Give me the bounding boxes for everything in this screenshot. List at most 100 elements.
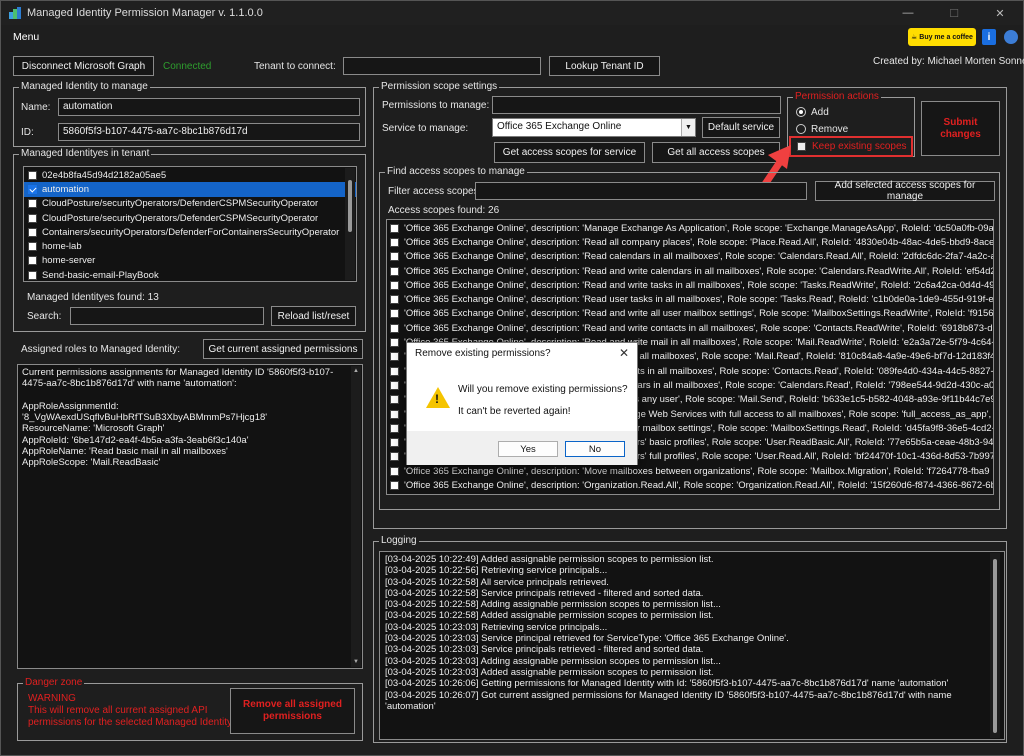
filter-scopes-label: Filter access scopes: (388, 186, 482, 197)
scope-item-checkbox[interactable] (390, 480, 399, 490)
scope-item-checkbox[interactable] (390, 323, 399, 333)
scope-item-checkbox[interactable] (390, 438, 399, 448)
list-item-checkbox[interactable] (28, 256, 37, 266)
scope-list-item[interactable]: 'Office 365 Exchange Online', descriptio… (387, 235, 993, 249)
name-field[interactable]: automation (58, 98, 360, 116)
list-item[interactable]: CloudPosture/securityOperators/DefenderC… (24, 211, 356, 225)
globe-icon[interactable] (1004, 30, 1018, 44)
scope-item-checkbox[interactable] (390, 409, 399, 419)
id-field[interactable]: 5860f5f3-b107-4475-aa7c-8bc1b876d17d (58, 123, 360, 141)
service-select[interactable]: Office 365 Exchange Online ▼ (492, 118, 696, 137)
scope-item-checkbox[interactable] (390, 452, 399, 462)
log-line: [03-04-2025 10:22:58] Service principals… (385, 587, 704, 599)
scope-item-checkbox[interactable] (390, 423, 399, 433)
submit-changes-button[interactable]: Submit changes (921, 101, 1000, 156)
scopes-found-label: Access scopes found: 26 (388, 205, 500, 216)
scope-item-checkbox[interactable] (390, 295, 399, 305)
assigned-text-line: ResourceName: 'Microsoft Graph' (22, 423, 165, 435)
add-selected-scopes-button[interactable]: Add selected access scopes for manage (815, 180, 995, 202)
scope-list-item[interactable]: 'Office 365 Exchange Online', descriptio… (387, 250, 993, 264)
scope-list-item[interactable]: 'Office 365 Exchange Online', descriptio… (387, 307, 993, 321)
identities-list[interactable]: 02e4b8fa45d94d2182a05ae5 automation CloudP… (23, 166, 357, 282)
connection-status: Connected (163, 61, 212, 72)
list-item-checkbox[interactable] (28, 199, 37, 209)
maximize-button[interactable]: ☐ (931, 1, 977, 25)
find-scopes-title: Find access scopes to manage (385, 166, 527, 177)
permission-scope-title: Permission scope settings (379, 81, 500, 92)
scope-item-checkbox[interactable] (390, 266, 399, 276)
scope-list-item[interactable]: 'Office 365 Exchange Online', descriptio… (387, 464, 993, 478)
dialog-no-button[interactable]: No (565, 441, 625, 457)
dialog-question: Will you remove existing permissions? (458, 384, 628, 395)
scope-item-checkbox[interactable] (390, 223, 399, 233)
add-radio[interactable] (796, 107, 806, 117)
scope-list-item[interactable]: 'Office 365 Exchange Online', descriptio… (387, 278, 993, 292)
scope-item-label: 'Office 365 Exchange Online', descriptio… (404, 265, 994, 277)
chevron-down-icon[interactable]: ▼ (681, 119, 695, 136)
assigned-roles-textbox[interactable]: Current permissions assignments for Mana… (17, 364, 363, 669)
title-bar: Managed Identity Permission Manager v. 1… (1, 1, 1023, 25)
filter-scopes-input[interactable] (475, 182, 807, 200)
scope-item-checkbox[interactable] (390, 338, 399, 348)
scope-item-checkbox[interactable] (390, 366, 399, 376)
get-current-permissions-button[interactable]: Get current assigned permissions (203, 339, 363, 359)
logging-scrollbar[interactable] (990, 553, 1000, 738)
danger-warning-title: WARNING (28, 693, 76, 704)
dialog-title: Remove existing permissions? (415, 348, 551, 359)
scope-list-item[interactable]: 'Office 365 Exchange Online', descriptio… (387, 321, 993, 335)
get-scopes-for-service-button[interactable]: Get access scopes for service (494, 142, 645, 163)
list-item[interactable]: CloudPosture/securityOperators/DefenderC… (24, 197, 356, 211)
scope-item-checkbox[interactable] (390, 395, 399, 405)
list-item-checkbox[interactable] (28, 213, 37, 223)
search-input[interactable] (70, 307, 264, 325)
default-service-button[interactable]: Default service (702, 117, 780, 138)
scope-item-label: 'Office 365 Exchange Online', descriptio… (404, 479, 994, 491)
list-item[interactable]: Containers/securityOperators/DefenderFor… (24, 225, 356, 239)
menu-item-menu[interactable]: Menu (13, 31, 39, 43)
remove-all-permissions-button[interactable]: Remove all assigned permissions (230, 688, 355, 734)
list-item[interactable]: 02e4b8fa45d94d2182a05ae5 (24, 168, 356, 182)
assigned-roles-scrollbar[interactable]: ▲ ▼ (351, 366, 361, 667)
scope-list-item[interactable]: 'Office 365 Exchange Online', descriptio… (387, 221, 993, 235)
list-item-checkbox[interactable] (28, 270, 37, 280)
tenant-input[interactable] (343, 57, 541, 75)
scope-item-checkbox[interactable] (390, 237, 399, 247)
info-icon[interactable]: i (982, 29, 996, 45)
dialog-yes-button[interactable]: Yes (498, 441, 558, 457)
list-item[interactable]: automation (24, 182, 356, 197)
disconnect-graph-button[interactable]: Disconnect Microsoft Graph (13, 56, 154, 76)
scope-list-item[interactable]: 'Office 365 Exchange Online', descriptio… (387, 478, 993, 492)
scope-item-checkbox[interactable] (390, 352, 399, 362)
name-label: Name: (21, 102, 51, 113)
list-item-checkbox[interactable] (28, 242, 37, 252)
scope-item-checkbox[interactable] (390, 252, 399, 262)
log-line: [03-04-2025 10:23:03] Added assignable p… (385, 666, 714, 678)
scope-item-label: 'Office 365 Exchange Online', descriptio… (404, 236, 994, 248)
identities-list-scrollbar[interactable] (345, 168, 355, 280)
list-item[interactable]: home-server (24, 254, 356, 268)
close-window-button[interactable]: ✕ (977, 1, 1023, 25)
permissions-to-manage-field[interactable] (492, 96, 781, 114)
list-item-checkbox[interactable] (28, 184, 37, 194)
remove-radio[interactable] (796, 124, 806, 134)
list-item[interactable]: Send-basic-email-PlayBook (24, 268, 356, 281)
log-line: [03-04-2025 10:23:03] Retrieving service… (385, 621, 608, 633)
list-item-checkbox[interactable] (28, 227, 37, 237)
assigned-text-line (22, 390, 358, 401)
dialog-close-icon[interactable]: ✕ (619, 346, 629, 360)
scope-item-checkbox[interactable] (390, 380, 399, 390)
list-item[interactable]: home-lab (24, 239, 356, 253)
scope-item-checkbox[interactable] (390, 280, 399, 290)
scope-item-checkbox[interactable] (390, 466, 399, 476)
lookup-tenant-button[interactable]: Lookup Tenant ID (549, 56, 660, 76)
reload-list-button[interactable]: Reload list/reset (271, 306, 356, 326)
scope-item-checkbox[interactable] (390, 309, 399, 319)
danger-warning-line2: permissions for the selected Managed Ide… (28, 717, 232, 728)
list-item-checkbox[interactable] (28, 170, 37, 180)
minimize-button[interactable]: — (885, 1, 931, 25)
logging-textbox[interactable]: [03-04-2025 10:22:49] Added assignable p… (379, 551, 1005, 740)
scope-list-item[interactable]: 'Office 365 Exchange Online', descriptio… (387, 264, 993, 278)
log-line: [03-04-2025 10:22:56] Retrieving service… (385, 565, 608, 577)
scope-list-item[interactable]: 'Office 365 Exchange Online', descriptio… (387, 292, 993, 306)
buy-me-a-coffee-button[interactable]: ☕ Buy me a coffee (908, 28, 976, 46)
